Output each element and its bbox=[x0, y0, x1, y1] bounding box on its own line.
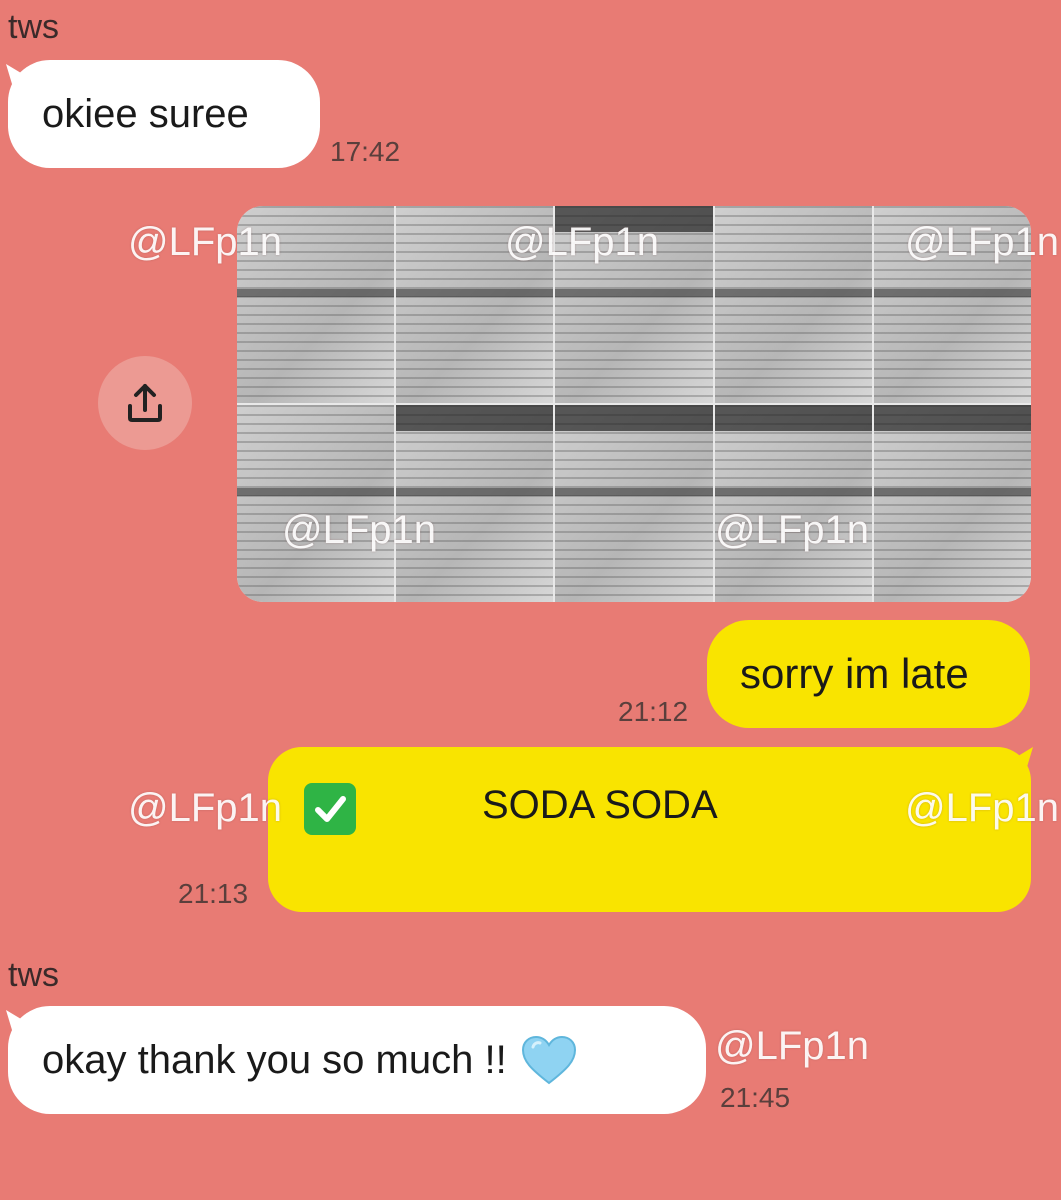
photo-tile bbox=[396, 206, 554, 403]
share-icon bbox=[128, 384, 162, 422]
message-time: 21:13 bbox=[178, 878, 249, 909]
photo-tile bbox=[555, 206, 713, 403]
sender-name: tws bbox=[8, 956, 59, 994]
message-bubble-outgoing: sorry im late bbox=[707, 620, 1030, 728]
watermark: @LFp1n bbox=[128, 786, 283, 830]
message-time: 17:42 bbox=[330, 136, 401, 167]
photo-tile bbox=[873, 206, 1031, 403]
message-time: 21:12 bbox=[618, 696, 689, 727]
message-text: okay thank you so much !! bbox=[42, 1037, 507, 1082]
message-text: okiee suree bbox=[42, 91, 249, 136]
light-blue-heart-icon bbox=[521, 1035, 576, 1085]
check-mark-icon bbox=[304, 783, 356, 835]
message-1[interactable]: okiee suree bbox=[6, 60, 320, 168]
message-4[interactable]: SODA SODA bbox=[268, 747, 1033, 912]
photo-tile bbox=[714, 405, 873, 602]
photo-tile bbox=[555, 405, 713, 602]
photo-tile bbox=[237, 206, 395, 403]
message-5[interactable]: okay thank you so much !! bbox=[6, 1006, 706, 1114]
message-3[interactable]: sorry im late bbox=[707, 620, 1030, 728]
sender-name: tws bbox=[8, 8, 59, 46]
message-text: SODA SODA bbox=[482, 783, 718, 827]
message-bubble-incoming: okiee suree bbox=[8, 60, 320, 168]
photo-tile bbox=[237, 405, 395, 602]
photo-tile bbox=[396, 405, 554, 602]
photo-tile bbox=[714, 206, 873, 403]
message-time: 21:45 bbox=[720, 1082, 791, 1113]
photo-tile bbox=[873, 405, 1031, 602]
share-button[interactable] bbox=[98, 356, 192, 450]
watermark: @LFp1n bbox=[715, 1024, 870, 1068]
message-bubble-incoming: okay thank you so much !! bbox=[8, 1006, 706, 1114]
photo-message[interactable] bbox=[237, 206, 1031, 602]
message-bubble-outgoing: SODA SODA bbox=[268, 747, 1031, 912]
message-text: sorry im late bbox=[740, 650, 969, 697]
